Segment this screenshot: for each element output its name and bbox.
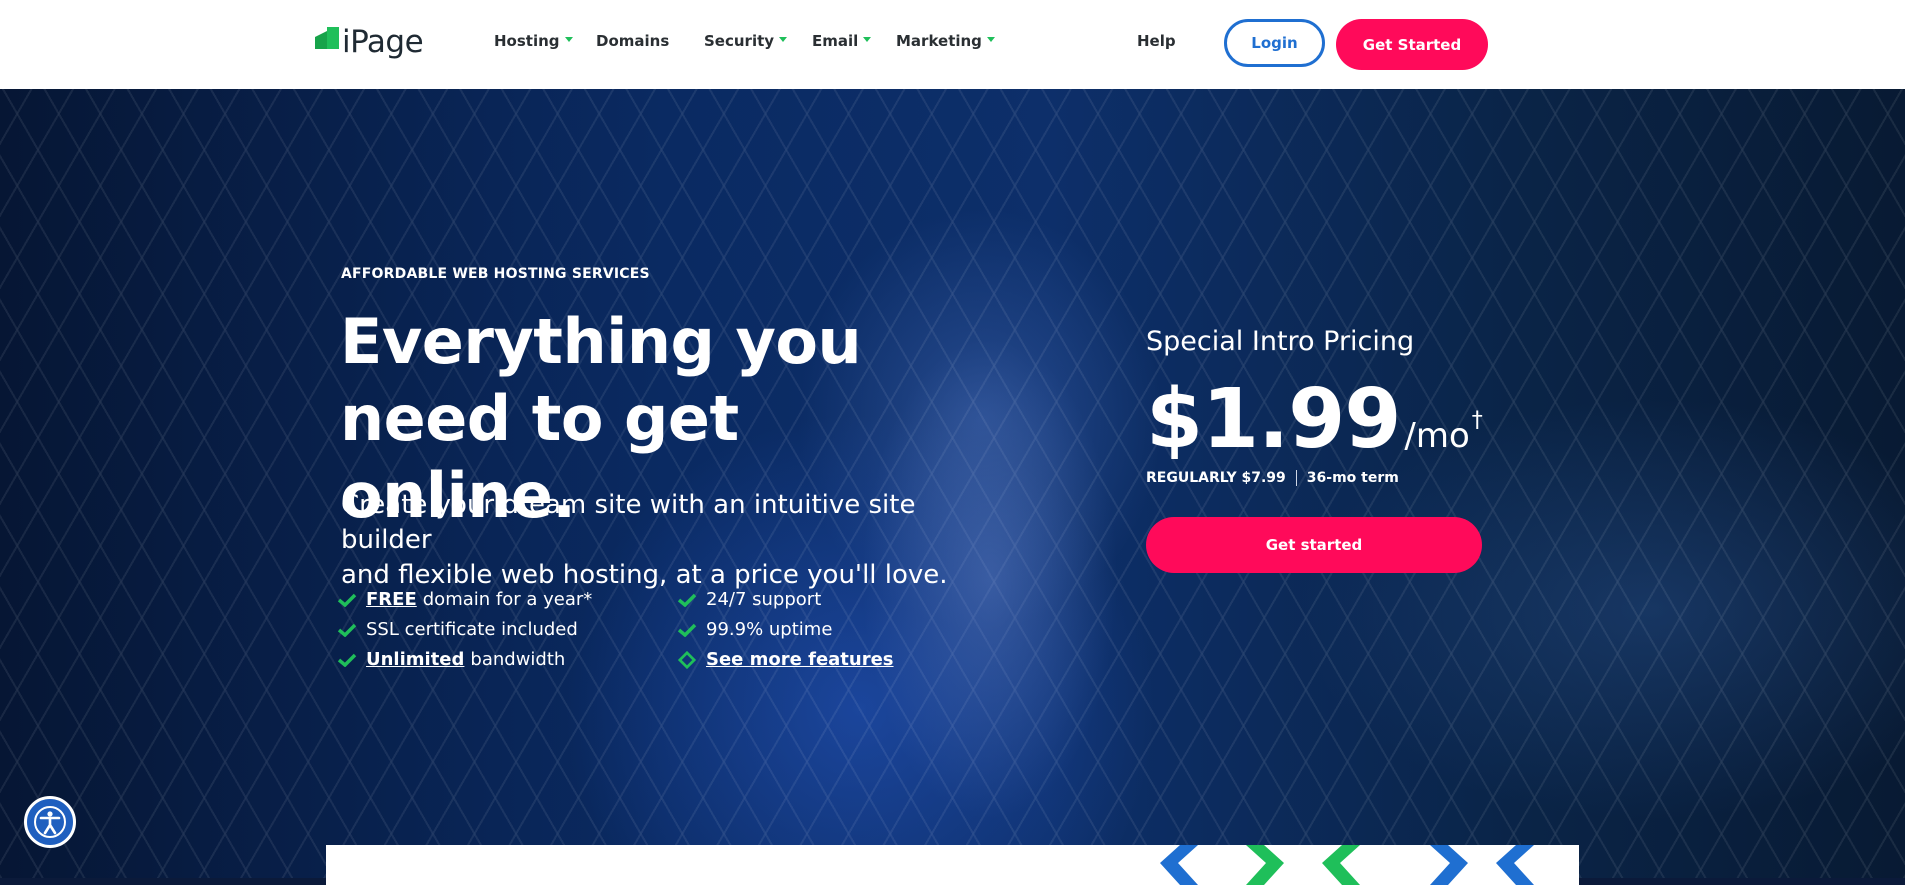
diamond-check-icon [677,650,697,669]
unlimited-link[interactable]: Unlimited [366,649,464,670]
chevron-down-icon [564,36,573,42]
feature-uptime: 99.9% uptime [677,619,832,640]
feature-text: 24/7 support [706,589,822,610]
hero-section: AFFORDABLE WEB HOSTING SERVICES Everythi… [0,89,1905,878]
feature-ssl: SSL certificate included [337,619,578,640]
feature-text: bandwidth [470,649,566,670]
feature-bandwidth: Unlimited bandwidth [337,649,565,670]
top-navigation: iPage Hosting Domains Security Email Mar… [0,0,1905,90]
feature-text: 99.9% uptime [706,619,833,640]
check-icon [337,653,357,667]
nav-email[interactable]: Email [812,32,872,50]
nav-domains[interactable]: Domains [596,32,669,50]
ipage-logo-text: iPage [342,24,424,60]
ipage-logo[interactable]: iPage [313,22,424,62]
ipage-logo-icon [313,27,341,57]
free-domain-link[interactable]: FREE [366,589,417,610]
nav-security[interactable]: Security [704,32,788,50]
nav-help[interactable]: Help [1137,32,1176,50]
accessibility-icon [34,806,66,838]
get-started-button[interactable]: Get Started [1336,19,1488,70]
price-amount: $1.99 [1146,372,1401,467]
price-footnote-mark: † [1471,408,1483,433]
hero-subheadline: Create your dream site with an intuitive… [341,488,1001,593]
nav-domains-label: Domains [596,32,670,50]
feature-text: domain for a year* [422,589,593,610]
nav-marketing[interactable]: Marketing [896,32,995,50]
price-period: /mo [1404,416,1470,456]
feature-see-more[interactable]: See more features [677,649,900,670]
divider [1295,470,1297,486]
accessibility-button[interactable] [24,796,76,848]
term-length: 36-mo term [1306,470,1399,486]
feature-free-domain: FREE domain for a year* [337,589,592,610]
hero-subheadline-line-2: and flexible web hosting, at a price you… [341,560,948,590]
nav-hosting[interactable]: Hosting [494,32,573,50]
nav-marketing-label: Marketing [896,32,982,50]
check-icon [337,623,357,637]
feature-support: 24/7 support [677,589,821,610]
see-more-features-link[interactable]: See more features [706,649,894,670]
price-display: $1.99 /mo † [1146,372,1483,468]
check-icon [677,593,697,607]
regular-price-info: REGULARLY $7.99 36-mo term [1146,470,1399,486]
chevron-down-icon [863,36,872,42]
regular-price: REGULARLY $7.99 [1146,470,1286,486]
hero-eyebrow: AFFORDABLE WEB HOSTING SERVICES [341,266,650,282]
decorative-chevrons [1160,845,1534,885]
nav-hosting-label: Hosting [494,32,560,50]
chevron-down-icon [779,36,788,42]
feature-text: SSL certificate included [366,619,578,640]
chevron-down-icon [986,36,995,42]
check-icon [677,623,697,637]
hero-subheadline-line-1: Create your dream site with an intuitive… [341,490,916,555]
check-icon [337,593,357,607]
nav-email-label: Email [812,32,859,50]
hero-get-started-button[interactable]: Get started [1146,517,1482,573]
intro-pricing-label: Special Intro Pricing [1146,326,1415,357]
hero-headline-line-1: Everything you [340,305,862,378]
nav-security-label: Security [704,32,775,50]
login-button[interactable]: Login [1224,19,1325,67]
